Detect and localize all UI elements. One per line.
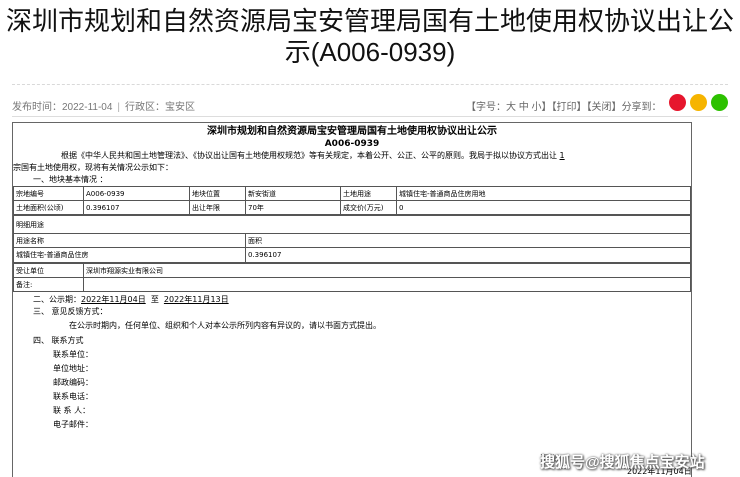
weibo-share-icon[interactable] bbox=[669, 94, 686, 111]
contact-address: 单位地址： bbox=[53, 364, 93, 373]
intro-line2: 宗国有土地使用权，现将有关情况公示如下： bbox=[13, 163, 173, 172]
divider bbox=[12, 84, 728, 85]
watermark: 搜狐号@搜狐焦点宝安站 bbox=[540, 454, 705, 471]
land-info-table: 宗地编号 A006-0939 地块位置 新安街道 土地用途 城镇住宅-普通商品住… bbox=[13, 186, 691, 215]
meta-separator: | bbox=[117, 102, 121, 113]
table-cell: 备注: bbox=[13, 277, 84, 292]
page-title: 深圳市规划和自然资源局宝安管理局国有土地使用权协议出让公示(A006-0939) bbox=[5, 6, 734, 67]
date-to: 至 bbox=[150, 295, 159, 304]
contact-postcode: 邮政编码： bbox=[53, 378, 93, 387]
font-size-control[interactable]: 【字号：大 中 小】 bbox=[466, 102, 552, 113]
contact-unit: 联系单位： bbox=[53, 350, 93, 359]
intro-count: 1 bbox=[559, 151, 565, 160]
meta-info: 发布时间：2022-11-04 | 行政区：宝安区 bbox=[12, 98, 195, 113]
section4-title: 四、 联系方式 bbox=[33, 336, 84, 345]
table-cell: 城镇住宅-普通商品住房用地 bbox=[396, 186, 691, 201]
date-end: 2022年11月13日 bbox=[163, 295, 229, 304]
region: 行政区：宝安区 bbox=[125, 102, 196, 113]
table-row: 土地面积(公顷) 0.396107 出让年限 70年 成交价(万元) 0 bbox=[13, 200, 691, 215]
table-cell: 地块位置 bbox=[189, 186, 246, 201]
date-start: 2022年11月04日 bbox=[81, 295, 146, 304]
table-cell bbox=[83, 277, 691, 292]
intro-text: 根据《中华人民共和国土地管理法》、《协议出让国有土地使用权规范》等有关规定，本着… bbox=[61, 151, 557, 160]
table-cell: 面积 bbox=[245, 233, 691, 248]
table-cell: 宗地编号 bbox=[13, 186, 84, 201]
document-code: A006-0939 bbox=[324, 139, 380, 149]
table-row: 受让单位 深圳市翔源实业有限公司 bbox=[13, 263, 691, 278]
publish-time: 发布时间：2022-11-04 bbox=[12, 102, 113, 113]
contact-email: 电子邮件： bbox=[53, 420, 93, 429]
table-row: 用途名称 面积 bbox=[13, 233, 691, 248]
print-link[interactable]: 【打印】 bbox=[552, 102, 587, 113]
table-cell: 70年 bbox=[245, 200, 341, 215]
usage-table: 明细用途 用途名称 面积 城镇住宅-普通商品住房 0.396107 bbox=[13, 215, 691, 263]
divider bbox=[12, 116, 728, 117]
section2: 二、公示期：2022年11月04日 至 2022年11月13日 bbox=[33, 294, 229, 306]
share-label: 分享到： bbox=[621, 102, 662, 113]
contact-phone: 联系电话： bbox=[53, 392, 93, 401]
table-row: 宗地编号 A006-0939 地块位置 新安街道 土地用途 城镇住宅-普通商品住… bbox=[13, 186, 691, 201]
section2-label: 二、公示期： bbox=[33, 295, 81, 304]
section1-title: 一、地块基本情况 ： bbox=[33, 175, 108, 184]
table-cell: A006-0939 bbox=[83, 186, 190, 201]
table-cell: 深圳市翔源实业有限公司 bbox=[83, 263, 691, 278]
close-link[interactable]: 【关闭】 bbox=[587, 102, 622, 113]
tools-bar: 【字号：大 中 小】【打印】【关闭】分享到： bbox=[466, 98, 662, 113]
table-cell: 0.396107 bbox=[83, 200, 190, 215]
table-row: 备注: bbox=[13, 277, 691, 292]
table-cell: 城镇住宅-普通商品住房 bbox=[13, 247, 246, 263]
wechat-share-icon[interactable] bbox=[711, 94, 728, 111]
contact-person: 联 系 人： bbox=[53, 406, 91, 415]
notice-document: 深圳市规划和自然资源局宝安管理局国有土地使用权协议出让公示 A006-0939 … bbox=[12, 122, 692, 477]
intro-paragraph: 根据《中华人民共和国土地管理法》、《协议出让国有土地使用权规范》等有关规定，本着… bbox=[13, 150, 691, 162]
table-cell: 出让年限 bbox=[189, 200, 246, 215]
table-cell: 0 bbox=[396, 200, 691, 215]
section3-title: 三、 意见反馈方式： bbox=[33, 307, 108, 316]
table-cell: 受让单位 bbox=[13, 263, 84, 278]
table-row: 明细用途 bbox=[13, 215, 691, 234]
assignee-table: 受让单位 深圳市翔源实业有限公司 备注: bbox=[13, 263, 691, 292]
table-cell: 明细用途 bbox=[13, 215, 691, 234]
document-heading: 深圳市规划和自然资源局宝安管理局国有土地使用权协议出让公示 bbox=[207, 126, 497, 137]
table-cell: 新安街道 bbox=[245, 186, 341, 201]
table-cell: 土地面积(公顷) bbox=[13, 200, 84, 215]
notice-body: 二、公示期：2022年11月04日 至 2022年11月13日 三、 意见反馈方… bbox=[13, 292, 691, 462]
table-cell: 0.396107 bbox=[245, 247, 691, 263]
table-cell: 土地用途 bbox=[340, 186, 397, 201]
table-cell: 成交价(万元) bbox=[340, 200, 397, 215]
table-row: 城镇住宅-普通商品住房 0.396107 bbox=[13, 247, 691, 263]
table-cell: 用途名称 bbox=[13, 233, 246, 248]
section3-text: 在公示时期内，任何单位、组织和个人对本公示所列内容有异议的，请以书面方式提出。 bbox=[69, 321, 381, 330]
qzone-share-icon[interactable] bbox=[690, 94, 707, 111]
